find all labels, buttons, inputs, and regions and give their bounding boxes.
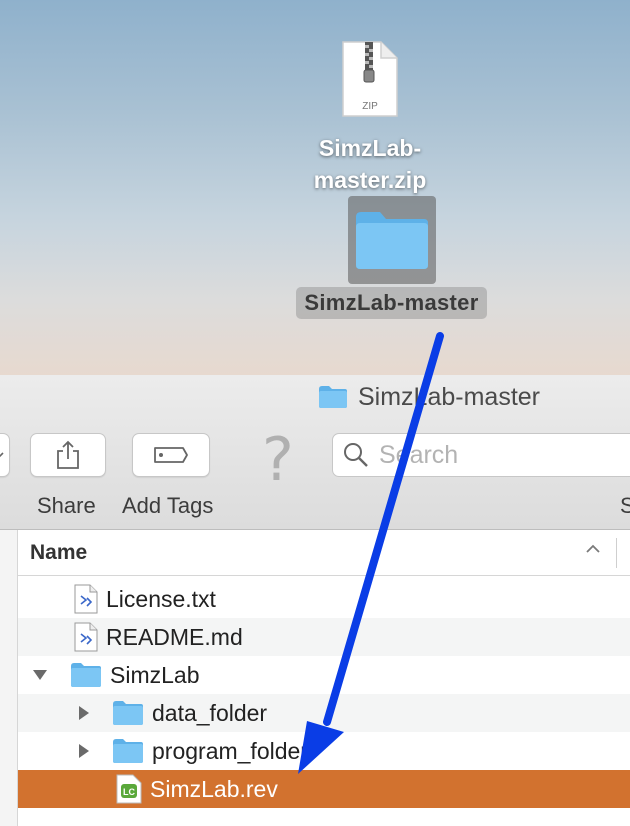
help-icon[interactable]: ? <box>262 425 294 495</box>
file-name: SimzLab.rev <box>150 775 278 802</box>
folder-icon <box>71 663 101 687</box>
finder-toolbar: SimzLab-master Share Add Tags ? Search S <box>0 375 630 530</box>
desktop-folder-label: SimzLab-master <box>296 287 487 319</box>
chevron-down-icon <box>0 452 4 458</box>
window-title-text: SimzLab-master <box>358 382 540 411</box>
column-header-label: Name <box>30 540 88 564</box>
sidebar-edge <box>0 530 18 826</box>
window-title: SimzLab-master <box>318 382 540 412</box>
desktop: ZIP SimzLab- master.zip SimzLab-master <box>0 0 630 375</box>
desktop-folder-selection <box>347 196 436 284</box>
list-item-selected[interactable]: LC SimzLab.rev <box>18 770 630 808</box>
disclosure-expanded-icon[interactable] <box>32 667 48 683</box>
folder-name: SimzLab <box>110 661 200 688</box>
zip-file-icon: ZIP <box>341 40 399 118</box>
folder-icon <box>319 386 347 408</box>
livecode-file-icon: LC <box>116 774 142 804</box>
folder-icon <box>355 212 428 269</box>
text-document-icon <box>74 584 98 614</box>
view-options-button[interactable] <box>0 433 10 477</box>
sort-ascending-icon[interactable] <box>584 542 602 556</box>
disclosure-collapsed-icon[interactable] <box>76 743 92 759</box>
add-tags-label: Add Tags <box>122 493 214 518</box>
folder-name: data_folder <box>152 699 268 726</box>
toolbar-label-partial: S <box>620 493 630 518</box>
search-field[interactable]: Search <box>332 433 630 477</box>
list-item[interactable]: program_folder <box>18 732 630 770</box>
list-item[interactable]: data_folder <box>18 694 630 732</box>
tag-icon <box>154 447 188 463</box>
list-item[interactable]: License.txt <box>18 580 630 618</box>
add-tags-button[interactable] <box>132 433 210 477</box>
folder-name: program_folder <box>152 737 308 764</box>
column-divider[interactable] <box>616 538 617 568</box>
folder-icon <box>113 701 143 725</box>
file-name: README.md <box>106 623 243 650</box>
file-list: Name License.txt README.md SimzLab data_… <box>0 530 630 826</box>
column-header-name[interactable]: Name <box>18 530 630 576</box>
desktop-folder[interactable]: SimzLab-master <box>284 196 499 319</box>
disclosure-collapsed-icon[interactable] <box>76 705 92 721</box>
list-item[interactable]: README.md <box>18 618 630 656</box>
zip-icon-text: ZIP <box>362 101 378 112</box>
livecode-icon-text: LC <box>123 787 135 797</box>
file-name: License.txt <box>106 585 216 612</box>
zip-file-label: SimzLab- master.zip <box>300 132 440 196</box>
folder-icon <box>113 739 143 763</box>
list-item[interactable]: SimzLab <box>18 656 630 694</box>
share-label: Share <box>37 493 96 518</box>
share-button[interactable] <box>30 433 106 477</box>
zip-label-line1: SimzLab- <box>318 135 422 161</box>
zip-label-line2: master.zip <box>313 167 427 193</box>
desktop-zip-file[interactable]: ZIP SimzLab- master.zip <box>300 40 440 196</box>
search-icon <box>344 443 368 467</box>
text-document-icon <box>74 622 98 652</box>
share-icon <box>57 440 79 469</box>
search-placeholder: Search <box>379 440 459 469</box>
finder-window: SimzLab-master Share Add Tags ? Search S… <box>0 375 630 826</box>
